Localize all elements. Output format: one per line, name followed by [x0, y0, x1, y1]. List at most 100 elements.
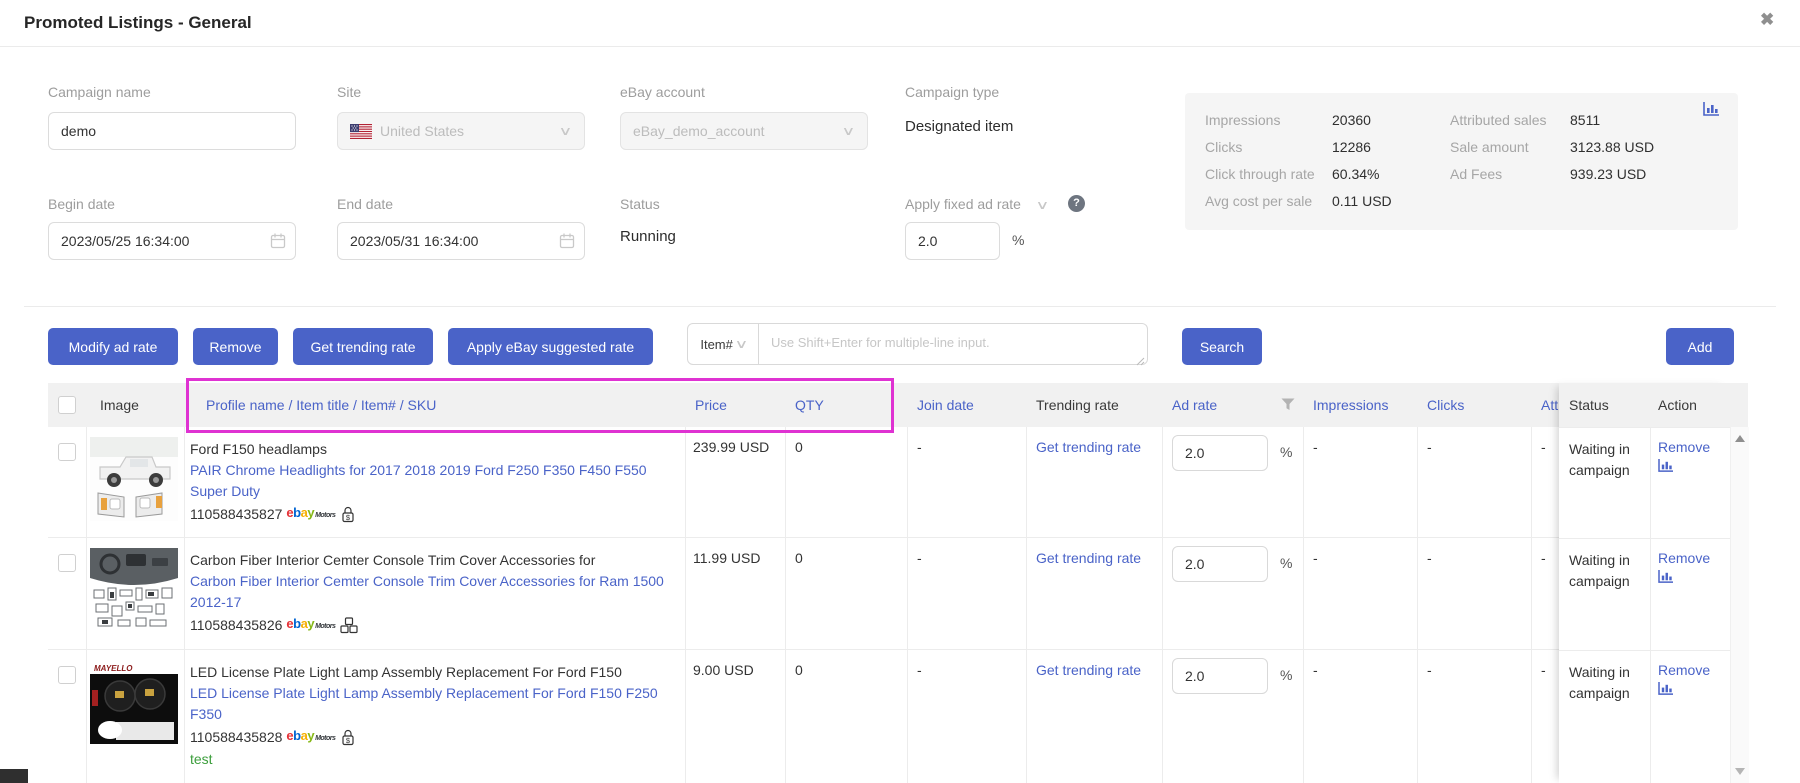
product-image[interactable] [90, 548, 178, 632]
chevron-down-icon: ∨ [842, 124, 856, 138]
variations-icon[interactable] [340, 617, 358, 634]
add-button[interactable]: Add [1666, 328, 1734, 365]
help-icon[interactable]: ? [1068, 195, 1085, 212]
modify-ad-rate-button[interactable]: Modify ad rate [48, 328, 178, 365]
svg-text:MAYELLO: MAYELLO [94, 664, 133, 673]
ad-rate-input[interactable] [1172, 435, 1268, 471]
get-trending-rate-link[interactable]: Get trending rate [1036, 439, 1141, 455]
col-clicks[interactable]: Clicks [1427, 383, 1464, 427]
campaign-name-label: Campaign name [48, 84, 151, 100]
row-chart-icon[interactable] [1658, 459, 1674, 476]
ebay-motors-logo[interactable]: ebayMotors [286, 613, 335, 637]
ctr-value: 60.34% [1332, 166, 1379, 182]
begin-date-label: Begin date [48, 196, 115, 212]
close-icon[interactable]: ✖ [1760, 10, 1774, 30]
product-image[interactable] [90, 437, 178, 521]
apply-ebay-suggested-rate-button[interactable]: Apply eBay suggested rate [448, 328, 653, 365]
action-cell: Remove [1658, 550, 1722, 587]
row-checkbox[interactable] [58, 554, 76, 572]
attributed-cell: - [1541, 662, 1546, 678]
bar-chart-icon[interactable] [1703, 102, 1720, 120]
col-join-date[interactable]: Join date [917, 383, 974, 427]
chevron-down-icon[interactable]: ∨ [1035, 198, 1049, 212]
col-price[interactable]: Price [695, 383, 727, 427]
profile-name: LED License Plate Light Lamp Assembly Re… [190, 662, 682, 683]
clicks-cell: - [1427, 439, 1432, 455]
get-trending-rate-link[interactable]: Get trending rate [1036, 662, 1141, 678]
ad-rate-input[interactable] [1172, 658, 1268, 694]
percent-unit: % [1280, 667, 1292, 683]
avg-cost-value: 0.11 USD [1332, 193, 1392, 209]
impressions-cell: - [1313, 662, 1318, 678]
begin-date-input[interactable] [48, 222, 296, 260]
promoted-listings-dialog: Promoted Listings - General ✖ Campaign n… [0, 0, 1800, 783]
search-button[interactable]: Search [1182, 328, 1262, 365]
ebay-account-select[interactable]: eBay_demo_account ∨ [620, 112, 868, 150]
search-type-value: Item# [700, 337, 733, 352]
price-cell: 9.00 USD [693, 662, 754, 678]
table-scrollbar[interactable] [1730, 427, 1749, 783]
remove-link[interactable]: Remove [1658, 662, 1710, 678]
search-type-select[interactable]: Item# ∨ [687, 323, 759, 365]
impressions-cell: - [1313, 439, 1318, 455]
table-row: MAYELLO LED License Plate Light Lamp Ass… [48, 650, 1730, 783]
fixed-columns-header: Status Action [1559, 383, 1730, 427]
price-cell: 239.99 USD [693, 439, 769, 455]
campaign-name-input[interactable] [48, 112, 296, 150]
price-lock-icon[interactable]: $ [340, 505, 356, 523]
scroll-up-icon[interactable] [1735, 435, 1745, 442]
search-input[interactable] [758, 323, 1148, 365]
row-chart-icon[interactable] [1658, 570, 1674, 587]
get-trending-rate-button[interactable]: Get trending rate [293, 328, 433, 365]
end-date-field[interactable] [337, 222, 585, 260]
site-select[interactable]: United States ∨ [337, 112, 585, 150]
product-image[interactable]: MAYELLO [90, 660, 178, 744]
attributed-cell: - [1541, 550, 1546, 566]
row-checkbox[interactable] [58, 666, 76, 684]
row-checkbox[interactable] [58, 443, 76, 461]
remove-link[interactable]: Remove [1658, 439, 1710, 455]
calendar-icon [270, 232, 286, 252]
listing-text: Carbon Fiber Interior Cemter Console Tri… [190, 550, 682, 637]
fixed-columns-panel: Status Action Waiting in campaign Remove… [1559, 383, 1730, 783]
attributed-cell: - [1541, 439, 1546, 455]
join-date-cell: - [917, 662, 922, 678]
chevron-down-icon: ∨ [734, 337, 748, 351]
item-number: 110588435827 [190, 504, 282, 525]
end-date-input[interactable] [337, 222, 585, 260]
remove-link[interactable]: Remove [1658, 550, 1710, 566]
listing-text: LED License Plate Light Lamp Assembly Re… [190, 662, 682, 770]
ad-rate-input[interactable] [1172, 546, 1268, 582]
col-profile-title-item-sku[interactable]: Profile name / Item title / Item# / SKU [206, 383, 436, 427]
fixed-ad-rate-label[interactable]: Apply fixed ad rate [905, 196, 1021, 212]
impressions-cell: - [1313, 550, 1318, 566]
remove-button[interactable]: Remove [193, 328, 278, 365]
clicks-cell: - [1427, 662, 1432, 678]
price-lock-icon[interactable]: $ [340, 728, 356, 746]
begin-date-field[interactable] [48, 222, 296, 260]
ebay-motors-logo[interactable]: ebayMotors [286, 502, 335, 526]
table-header: Image Profile name / Item title / Item# … [48, 383, 1748, 427]
get-trending-rate-link[interactable]: Get trending rate [1036, 550, 1141, 566]
ad-fees-value: 939.23 USD [1570, 166, 1646, 182]
profile-name: Ford F150 headlamps [190, 439, 682, 460]
avg-cost-label: Avg cost per sale [1205, 193, 1312, 209]
select-all-checkbox[interactable] [58, 396, 76, 414]
col-image: Image [100, 383, 139, 427]
us-flag-icon [350, 124, 372, 139]
item-title-link[interactable]: Carbon Fiber Interior Cemter Console Tri… [190, 571, 682, 613]
col-impressions[interactable]: Impressions [1313, 383, 1388, 427]
ebay-motors-logo[interactable]: ebayMotors [286, 725, 335, 749]
fixed-ad-rate-input[interactable] [905, 222, 1000, 260]
scroll-down-icon[interactable] [1735, 768, 1745, 775]
clicks-label: Clicks [1205, 139, 1242, 155]
col-ad-rate[interactable]: Ad rate [1172, 383, 1217, 427]
status-label: Status [620, 196, 660, 212]
item-title-link[interactable]: LED License Plate Light Lamp Assembly Re… [190, 683, 682, 725]
filter-icon[interactable] [1281, 398, 1295, 414]
item-title-link[interactable]: PAIR Chrome Headlights for 2017 2018 201… [190, 460, 682, 502]
col-qty[interactable]: QTY [795, 383, 824, 427]
site-select-value: United States [380, 123, 464, 139]
item-number: 110588435826 [190, 615, 282, 636]
row-chart-icon[interactable] [1658, 682, 1674, 699]
